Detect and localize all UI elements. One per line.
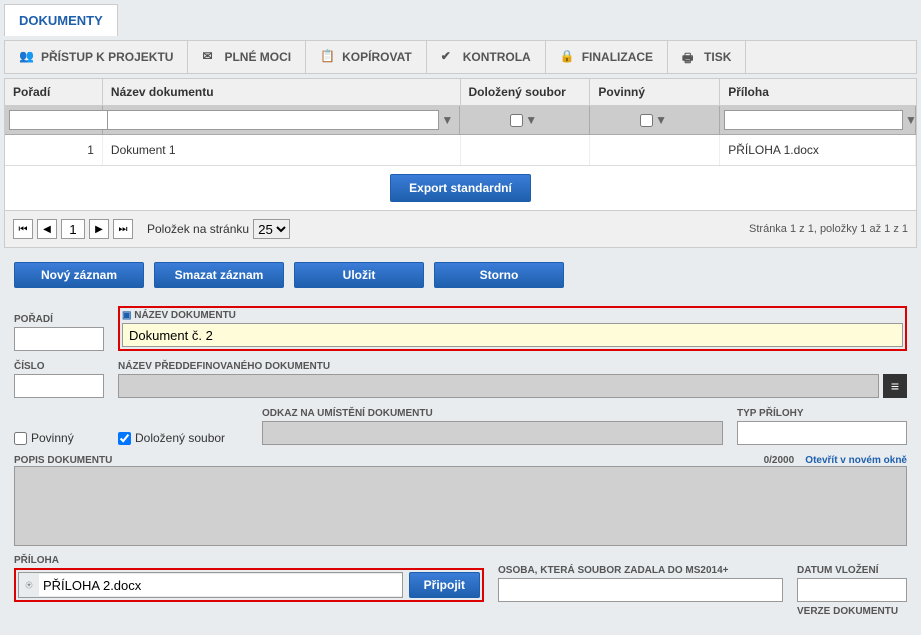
toolbar-finalizace[interactable]: 🔒FINALIZACE <box>546 41 668 73</box>
filter-nazev[interactable] <box>107 110 439 130</box>
copy-icon: 📋 <box>320 49 336 65</box>
pager-next[interactable]: ▶ <box>89 219 109 239</box>
preddef-list-button[interactable]: ≡ <box>883 374 907 398</box>
filter-dolozeny-checkbox[interactable] <box>510 114 523 127</box>
poradi-input[interactable] <box>14 327 104 351</box>
osoba-input[interactable] <box>498 578 783 602</box>
th-nazev[interactable]: Název dokumentu <box>103 79 461 105</box>
cislo-label: ČÍSLO <box>14 361 104 372</box>
th-poradi[interactable]: Pořadí <box>5 79 103 105</box>
filter-icon[interactable]: ▼ <box>525 113 539 127</box>
popis-textarea[interactable] <box>14 466 907 546</box>
novy-zaznam-button[interactable]: Nový záznam <box>14 262 144 288</box>
th-povinny[interactable]: Povinný <box>590 79 720 105</box>
datum-label: DATUM VLOŽENÍ <box>797 565 907 576</box>
datum-input[interactable] <box>797 578 907 602</box>
odkaz-label: ODKAZ NA UMÍSTĚNÍ DOKUMENTU <box>262 408 723 419</box>
attachment-icon: ⍟ <box>19 578 39 593</box>
priloha-label: PŘÍLOHA <box>14 555 484 566</box>
priloha-highlight: ⍟ Připojit <box>14 568 484 602</box>
mail-icon: ✉ <box>202 49 218 65</box>
pager-first[interactable]: ⏮ <box>13 219 33 239</box>
main-toolbar: 👥PŘÍSTUP K PROJEKTU ✉PLNÉ MOCI 📋KOPÍROVA… <box>4 40 917 74</box>
toolbar-kontrola[interactable]: ✔KONTROLA <box>427 41 546 73</box>
print-icon: 🖶 <box>682 49 698 65</box>
pager-items-select[interactable]: 25 <box>253 219 290 239</box>
table-row[interactable]: 1 Dokument 1 PŘÍLOHA 1.docx <box>5 135 916 165</box>
filter-icon[interactable]: ▼ <box>655 113 669 127</box>
popis-label: POPIS DOKUMENTU <box>14 455 112 466</box>
check-icon: ✔ <box>441 49 457 65</box>
osoba-label: OSOBA, KTERÁ SOUBOR ZADALA DO MS2014+ <box>498 565 783 576</box>
toolbar-plne-moci[interactable]: ✉PLNÉ MOCI <box>188 41 306 73</box>
nazev-highlight: NÁZEV DOKUMENTU <box>118 306 907 351</box>
popis-open-link[interactable]: Otevřít v novém okně <box>805 455 907 466</box>
toolbar-pristup[interactable]: 👥PŘÍSTUP K PROJEKTU <box>5 41 188 73</box>
toolbar-tisk[interactable]: 🖶TISK <box>668 41 746 73</box>
pager-info: Stránka 1 z 1, položky 1 až 1 z 1 <box>749 223 908 235</box>
pripojit-button[interactable]: Připojit <box>409 572 480 598</box>
pager-last[interactable]: ⏭ <box>113 219 133 239</box>
ulozit-button[interactable]: Uložit <box>294 262 424 288</box>
preddef-label: NÁZEV PŘEDDEFINOVANÉHO DOKUMENTU <box>118 361 907 372</box>
typ-input[interactable] <box>737 421 907 445</box>
filter-povinny-checkbox[interactable] <box>640 114 653 127</box>
popis-counter: 0/2000 <box>764 455 795 466</box>
pager-items-label: Položek na stránku <box>147 222 249 236</box>
documents-table: Pořadí Název dokumentu Doložený soubor P… <box>4 78 917 248</box>
pager-prev[interactable]: ◀ <box>37 219 57 239</box>
verze-label: VERZE DOKUMENTU <box>797 606 907 617</box>
toolbar-kopirovat[interactable]: 📋KOPÍROVAT <box>306 41 427 73</box>
lock-icon: 🔒 <box>560 49 576 65</box>
filter-priloha[interactable] <box>724 110 903 130</box>
th-priloha[interactable]: Příloha <box>720 79 916 105</box>
filter-icon[interactable]: ▼ <box>441 113 455 127</box>
nazev-input[interactable] <box>122 323 903 347</box>
tab-dokumenty[interactable]: DOKUMENTY <box>4 4 118 36</box>
typ-label: TYP PŘÍLOHY <box>737 408 907 419</box>
th-dolozeny[interactable]: Doložený soubor <box>461 79 591 105</box>
povinny-checkbox[interactable] <box>14 432 27 445</box>
odkaz-input[interactable] <box>262 421 723 445</box>
priloha-input[interactable] <box>39 574 402 596</box>
people-icon: 👥 <box>19 49 35 65</box>
dolozeny-checkbox[interactable] <box>118 432 131 445</box>
poradi-label: POŘADÍ <box>14 314 104 325</box>
nazev-label: NÁZEV DOKUMENTU <box>122 310 903 321</box>
cislo-input[interactable] <box>14 374 104 398</box>
pager-page-input[interactable] <box>61 219 85 239</box>
filter-icon[interactable]: ▼ <box>905 113 917 127</box>
export-button[interactable]: Export standardní <box>390 174 531 202</box>
smazat-zaznam-button[interactable]: Smazat záznam <box>154 262 284 288</box>
povinny-label: Povinný <box>31 431 74 445</box>
preddef-input[interactable] <box>118 374 879 398</box>
storno-button[interactable]: Storno <box>434 262 564 288</box>
dolozeny-label: Doložený soubor <box>135 431 225 445</box>
